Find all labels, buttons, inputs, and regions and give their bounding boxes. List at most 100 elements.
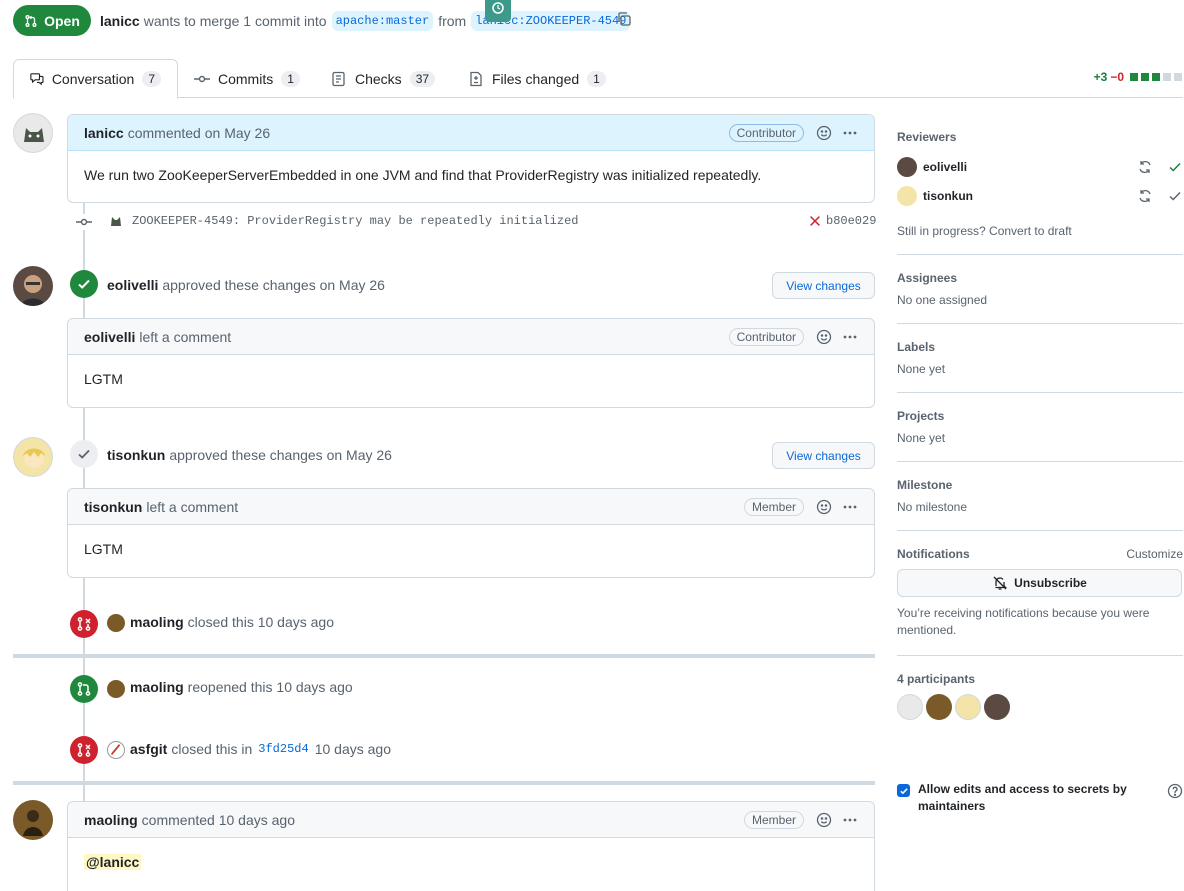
timeline-divider [13,654,875,658]
kebab-horizontal-icon[interactable] [842,329,858,345]
copy-icon[interactable] [616,11,632,27]
participants-section: 4 participants [897,656,1183,736]
pr-author[interactable]: lanicc [100,13,140,29]
avatar[interactable] [13,437,53,477]
kebab-horizontal-icon[interactable] [842,812,858,828]
person-avatar-icon [21,275,45,306]
event-author[interactable]: asfgit [130,741,167,757]
review-author[interactable]: tisonkun [107,447,165,463]
notification-reason: You’re receiving notifications because y… [897,606,1150,637]
git-pull-request-icon [25,14,37,27]
comment-author[interactable]: lanicc [84,125,124,141]
participants-title: 4 participants [897,672,976,686]
customize-link[interactable]: Customize [1126,547,1183,561]
role-label: Member [743,810,804,829]
event-author[interactable]: maoling [130,614,184,630]
comment-author[interactable]: eolivelli [84,329,135,345]
git-pull-request-closed-icon [77,617,91,631]
reviewer-row[interactable]: eolivelli [897,152,1183,181]
avatar[interactable] [13,266,53,306]
allow-edits-row: Allow edits and access to secrets by mai… [897,781,1183,815]
comment-author[interactable]: tisonkun [84,499,142,515]
kebab-horizontal-icon[interactable] [842,499,858,515]
participant-avatar[interactable] [897,694,923,720]
event-author[interactable]: maoling [130,679,184,695]
tab-counter: 37 [409,70,436,87]
tab-commits[interactable]: Commits 1 [178,59,316,98]
participant-avatar[interactable] [955,694,981,720]
comment-action[interactable]: commented 10 days ago [142,812,295,828]
smiley-icon[interactable] [816,499,832,515]
tab-label: Commits [218,70,274,87]
milestone-section: Milestone No milestone [897,462,1183,531]
cat-avatar-icon [24,128,44,142]
avatar[interactable] [107,680,125,698]
smiley-icon[interactable] [816,812,832,828]
labels-title[interactable]: Labels [897,340,1183,354]
check-icon [78,279,90,289]
approved-badge [70,270,98,298]
diffstat[interactable]: +3 −0 [1094,70,1182,84]
unsubscribe-label: Unsubscribe [1014,576,1087,590]
milestone-title[interactable]: Milestone [897,478,1183,492]
comment-action[interactable]: commented on May 26 [128,125,270,141]
commit-message[interactable]: ZOOKEEPER-4549: ProviderRegistry may be … [132,214,578,228]
closed-badge [70,736,98,764]
from-text: from [438,13,467,29]
comment-author[interactable]: maoling [84,812,138,828]
assignees-title[interactable]: Assignees [897,271,1183,285]
extension-badge[interactable] [485,0,511,22]
allow-edits-checkbox[interactable] [897,784,910,797]
review-author[interactable]: eolivelli [107,277,158,293]
user-mention[interactable]: @lanicc [84,854,142,870]
role-label: Member [743,497,804,516]
view-changes-button[interactable]: View changes [772,442,875,469]
role-label: Contributor [728,123,804,142]
projects-title[interactable]: Projects [897,409,1183,423]
event-time: 10 days ago [314,741,391,757]
convert-to-draft-link[interactable]: Still in progress? Convert to draft [897,224,1183,238]
check-icon [1169,191,1181,201]
git-commit-icon [194,75,210,82]
reviewer-row[interactable]: tisonkun [897,181,1183,210]
unsubscribe-button[interactable]: Unsubscribe [897,569,1182,597]
avatar[interactable] [107,614,125,632]
tab-checks[interactable]: Checks 37 [315,59,451,98]
diffstat-deletions: −0 [1110,70,1124,84]
question-icon[interactable] [1167,783,1183,799]
tab-conversation[interactable]: Conversation 7 [13,59,178,99]
git-commit-icon [76,214,92,230]
timeline-divider [13,781,875,785]
sync-icon[interactable] [1137,159,1153,175]
view-changes-button[interactable]: View changes [772,272,875,299]
merge-text: wants to merge 1 commit into [143,13,327,29]
event-commit-sha[interactable]: 3fd25d4 [258,742,308,756]
closed-badge [70,610,98,638]
tab-counter: 1 [587,70,606,87]
diffstat-block [1130,73,1138,81]
tab-files-changed[interactable]: Files changed 1 [452,59,622,98]
check-icon [78,449,90,459]
avatar[interactable] [13,113,53,153]
smiley-icon[interactable] [816,329,832,345]
smiley-icon[interactable] [816,125,832,141]
check-icon [1169,162,1181,172]
commit-author-avatar[interactable] [108,213,124,229]
avatar[interactable] [107,741,125,759]
commit-sha[interactable]: b80e029 [826,214,876,228]
notifications-title: Notifications [897,547,970,561]
notifications-section: Notifications Customize Unsubscribe You’… [897,531,1183,656]
reviewers-title[interactable]: Reviewers [897,130,1183,144]
tab-label: Conversation [51,71,135,87]
participant-avatar[interactable] [984,694,1010,720]
reviewers-section: Reviewers eolivelli tisonkun Still in pr… [897,110,1183,255]
review-action: approved these changes on May 26 [162,277,385,293]
participant-avatar[interactable] [926,694,952,720]
base-branch[interactable]: apache:master [331,11,434,31]
kebab-horizontal-icon[interactable] [842,125,858,141]
avatar[interactable] [13,800,53,840]
assignees-section: Assignees No one assigned [897,255,1183,324]
sync-icon[interactable] [1137,188,1153,204]
pr-tabs: Conversation 7 Commits 1 Checks 37 Files… [13,59,1183,99]
x-icon[interactable] [808,214,822,228]
